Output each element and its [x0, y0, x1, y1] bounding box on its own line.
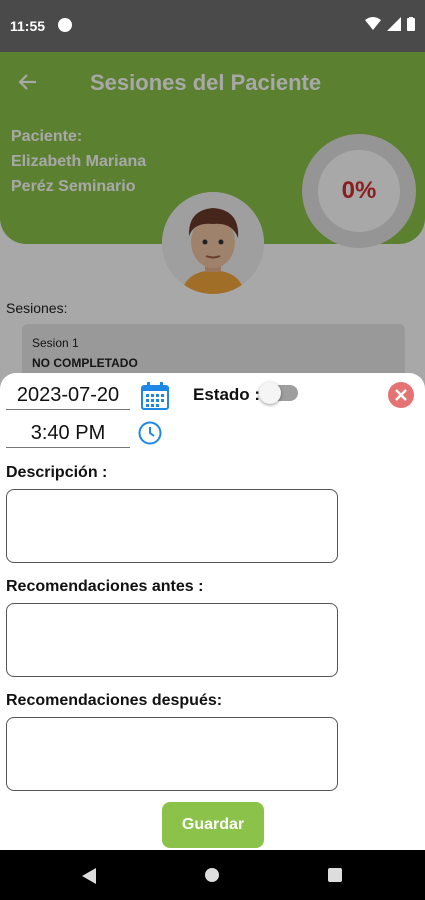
descripcion-label: Descripción :: [6, 464, 108, 481]
wifi-icon: [365, 17, 381, 30]
session-form-sheet: 2023-07-20 3:40 PM Estado : Descripción …: [0, 373, 425, 850]
time-field[interactable]: 3:40 PM: [6, 419, 130, 448]
status-bar: 11:55: [0, 0, 425, 52]
status-time: 11:55: [10, 18, 46, 34]
nav-recents-icon[interactable]: [328, 868, 342, 882]
battery-icon: [407, 17, 415, 31]
estado-toggle[interactable]: [259, 382, 298, 404]
signal-icon: [387, 17, 401, 31]
save-button[interactable]: Guardar: [162, 802, 264, 848]
nav-back-icon[interactable]: [82, 868, 96, 884]
recomendaciones-antes-input[interactable]: [6, 603, 338, 677]
calendar-icon[interactable]: [140, 381, 170, 411]
close-button[interactable]: [388, 382, 414, 408]
recomendaciones-antes-label: Recomendaciones antes :: [6, 578, 204, 595]
date-field[interactable]: 2023-07-20: [6, 381, 130, 410]
system-nav-bar: [0, 850, 425, 900]
clock-icon[interactable]: [138, 421, 162, 445]
recomendaciones-despues-label: Recomendaciones después:: [6, 692, 223, 709]
nav-home-icon[interactable]: [205, 868, 219, 882]
status-icons: [365, 17, 415, 31]
recomendaciones-despues-input[interactable]: [6, 717, 338, 791]
notification-icon: [58, 18, 72, 32]
estado-label: Estado :: [193, 385, 261, 404]
toggle-knob: [259, 382, 281, 404]
close-icon: [395, 389, 407, 401]
descripcion-input[interactable]: [6, 489, 338, 563]
